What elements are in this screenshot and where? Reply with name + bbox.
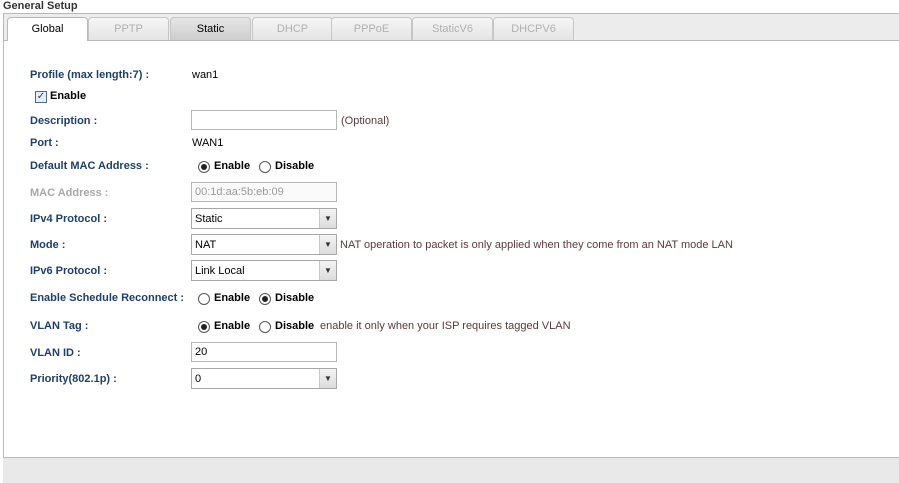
description-input[interactable]	[191, 110, 337, 130]
mode-hint: NAT operation to packet is only applied …	[340, 239, 733, 251]
description-label: Description :	[30, 115, 98, 127]
priority-value: 0	[195, 373, 202, 385]
mode-select[interactable]: NAT ▼	[191, 234, 337, 255]
vlan-tag-enable-radio[interactable]	[198, 321, 210, 333]
port-label: Port :	[30, 137, 59, 149]
chevron-down-icon: ▼	[319, 369, 336, 388]
tab-dhcp[interactable]: DHCP	[252, 17, 333, 40]
tab-global[interactable]: Global	[7, 17, 88, 41]
ipv6-protocol-value: Link Local	[195, 265, 245, 277]
schedule-reconnect-enable-radio[interactable]	[198, 293, 210, 305]
mac-address-label: MAC Address :	[30, 187, 109, 199]
vlan-tag-disable-radio[interactable]	[259, 321, 271, 333]
schedule-reconnect-enable-label: Enable	[214, 292, 251, 304]
vlan-tag-enable-label: Enable	[214, 320, 251, 332]
port-value: WAN1	[192, 137, 224, 149]
tab-bar: Global PPTP Static DHCP PPPoE StaticV6 D…	[4, 14, 899, 41]
enable-checkbox-label: Enable	[50, 90, 87, 102]
vlan-id-input[interactable]	[191, 342, 337, 362]
tab-pppoe[interactable]: PPPoE	[331, 17, 412, 40]
ipv4-protocol-label: IPv4 Protocol :	[30, 213, 108, 225]
mode-value: NAT	[195, 239, 217, 251]
default-mac-disable-label: Disable	[275, 160, 315, 172]
chevron-down-icon: ▼	[319, 209, 336, 228]
tab-static[interactable]: Static	[170, 17, 251, 40]
chevron-down-icon: ▼	[319, 235, 336, 254]
vlan-tag-hint: enable it only when your ISP requires ta…	[320, 320, 571, 332]
section-title: General Setup	[3, 0, 78, 12]
tab-dhcpv6[interactable]: DHCPV6	[493, 17, 574, 40]
enable-checkbox[interactable]: ✓	[35, 91, 47, 103]
default-mac-disable-radio[interactable]	[259, 161, 271, 173]
footer-bar	[3, 457, 899, 483]
default-mac-enable-label: Enable	[214, 160, 251, 172]
ipv4-protocol-value: Static	[195, 213, 223, 225]
tab-pptp[interactable]: PPTP	[88, 17, 169, 40]
ipv6-protocol-label: IPv6 Protocol :	[30, 265, 108, 277]
description-hint: (Optional)	[341, 115, 390, 127]
schedule-reconnect-label: Enable Schedule Reconnect :	[30, 292, 185, 304]
tab-staticv6[interactable]: StaticV6	[412, 17, 493, 40]
mac-address-input[interactable]	[191, 182, 337, 202]
priority-label: Priority(802.1p) :	[30, 373, 117, 385]
ipv4-protocol-select[interactable]: Static ▼	[191, 208, 337, 229]
chevron-down-icon: ▼	[319, 261, 336, 280]
profile-label: Profile (max length:7) :	[30, 69, 150, 81]
default-mac-enable-radio[interactable]	[198, 161, 210, 173]
vlan-tag-label: VLAN Tag :	[30, 320, 89, 332]
profile-value: wan1	[192, 69, 219, 81]
vlan-id-label: VLAN ID :	[30, 347, 81, 359]
mode-label: Mode :	[30, 239, 66, 251]
vlan-tag-disable-label: Disable	[275, 320, 315, 332]
schedule-reconnect-disable-radio[interactable]	[259, 293, 271, 305]
default-mac-label: Default MAC Address :	[30, 160, 149, 172]
priority-select[interactable]: 0 ▼	[191, 368, 337, 389]
schedule-reconnect-disable-label: Disable	[275, 292, 315, 304]
ipv6-protocol-select[interactable]: Link Local ▼	[191, 260, 337, 281]
